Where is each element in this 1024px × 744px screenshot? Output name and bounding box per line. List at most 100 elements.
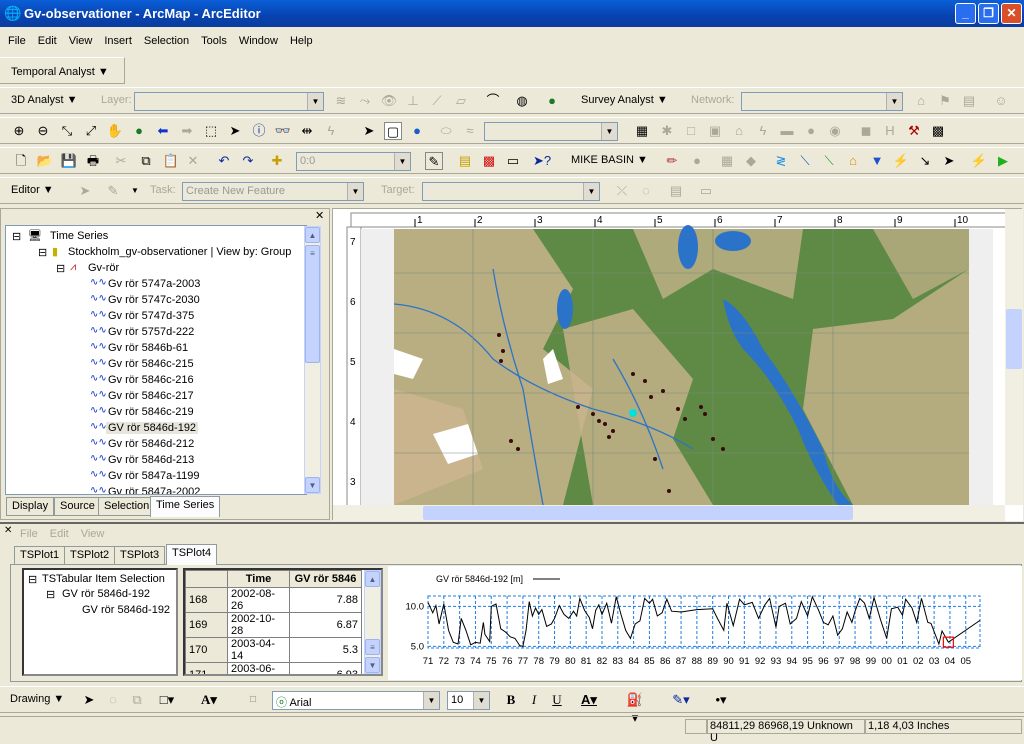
new-document-icon[interactable]: 🗋 <box>12 152 30 170</box>
run-lightning-icon[interactable]: ⚡ <box>970 152 988 170</box>
profile-graph-icon[interactable]: ⌒ <box>484 92 502 110</box>
node-icon[interactable]: ⟍ <box>796 152 814 170</box>
row-index[interactable]: 171 <box>185 662 228 674</box>
time-cell[interactable]: 2002-08-26 <box>227 587 290 613</box>
new-feature-icon[interactable]: ▦ <box>633 122 651 140</box>
redo-icon[interactable]: ↷ <box>239 152 257 170</box>
row-index[interactable]: 170 <box>185 637 228 663</box>
h-icon[interactable]: H <box>881 122 899 140</box>
zoom-in-icon[interactable]: ⊕ <box>10 122 28 140</box>
selection-leaf[interactable]: GV rör 5846d-192 <box>82 604 170 616</box>
zoom-out-icon[interactable]: ⊖ <box>34 122 52 140</box>
table-row[interactable]: 170 2003-04-14 5.3 <box>185 637 362 663</box>
font-size-combo[interactable]: 10 ▼ <box>447 691 490 710</box>
tree-item[interactable]: Gv rör 5846c-216 <box>106 374 196 386</box>
scroll-thumb[interactable]: ≡ <box>365 639 380 655</box>
tree-item[interactable]: Gv rör 5846b-61 <box>106 342 190 354</box>
cut-icon[interactable]: ✂ <box>112 152 130 170</box>
edit-vertices-icon[interactable]: ⌑ <box>244 691 262 709</box>
plot-tab-tsplot3[interactable]: TSPlot3 <box>114 546 166 565</box>
command-line-icon[interactable]: ▭ <box>504 152 522 170</box>
connect-icon[interactable]: ↘ <box>916 152 934 170</box>
back-arrow-icon[interactable]: ⬅ <box>154 122 172 140</box>
line-of-sight-icon[interactable]: 👁 <box>380 92 398 110</box>
pencil-icon[interactable]: ✏ <box>663 152 681 170</box>
value-cell[interactable]: 6.93 <box>289 662 362 674</box>
sketch-properties-icon[interactable]: ▭ <box>697 182 715 200</box>
column-header[interactable] <box>185 570 228 588</box>
close-panel-icon[interactable]: ✕ <box>315 209 324 222</box>
plot-tab-tsplot2[interactable]: TSPlot2 <box>64 546 116 565</box>
grid-icon[interactable]: ▦ <box>718 152 736 170</box>
whats-this-icon[interactable]: ➤? <box>533 152 551 170</box>
line-color-icon[interactable]: ✎▾ <box>672 691 690 709</box>
menu-tools[interactable]: Tools <box>201 35 227 47</box>
toc-tab-selection[interactable]: Selection <box>98 497 156 516</box>
tree-item[interactable]: Gv rör 5846d-212 <box>106 438 196 450</box>
layers-icon[interactable]: ▬ <box>778 122 796 140</box>
tree-item[interactable]: Gv rör 5846c-215 <box>106 358 196 370</box>
dots-icon[interactable]: ◉ <box>826 122 844 140</box>
arcscene-icon[interactable]: ◍ <box>513 92 531 110</box>
reservoir-icon[interactable]: ▼ <box>868 152 886 170</box>
rotate-icon[interactable]: ◌ <box>637 182 655 200</box>
edit-tool-icon[interactable]: ➤ <box>76 182 94 200</box>
find-binoculars-icon[interactable]: 👓 <box>274 122 292 140</box>
raster-icon[interactable]: ▣ <box>706 122 724 140</box>
marker-color-icon[interactable]: •▾ <box>712 691 730 709</box>
close-button[interactable]: ✕ <box>1001 3 1022 24</box>
house-node-icon[interactable]: ⌂ <box>844 152 862 170</box>
map-scale-combo[interactable]: 0:0 ▼ <box>296 152 411 171</box>
menu-insert[interactable]: Insert <box>104 35 132 47</box>
interpolate-polygon-icon[interactable]: ▱ <box>452 92 470 110</box>
hydropower-icon[interactable]: ⚡ <box>892 152 910 170</box>
menu-help[interactable]: Help <box>290 35 313 47</box>
select-elements-icon[interactable]: ➤ <box>80 691 98 709</box>
split-icon[interactable]: ⤫ <box>613 182 631 200</box>
layout-view-icon[interactable]: ▢ <box>384 122 402 140</box>
pan-hand-icon[interactable]: ✋ <box>106 122 124 140</box>
measure-icon[interactable]: ⇹ <box>298 122 316 140</box>
hyperlink-icon[interactable]: ϟ <box>322 122 340 140</box>
rotate-icon[interactable]: ◌ <box>104 691 122 709</box>
zoom-to-elements-icon[interactable]: ⧉ <box>128 691 146 709</box>
menu-window[interactable]: Window <box>239 35 278 47</box>
tree-item[interactable]: Gv rör 5846d-213 <box>106 454 196 466</box>
task-combo[interactable]: Create New Feature ▼ <box>182 182 364 201</box>
table-scrollbar[interactable]: ▲ ≡ ▼ <box>364 570 381 674</box>
forward-arrow-icon[interactable]: ➡ <box>178 122 196 140</box>
tree-expand-icon[interactable]: ⊟ <box>38 246 47 259</box>
tree-item[interactable]: Gv rör 5846c-217 <box>106 390 196 402</box>
network-face-icon[interactable]: ☺ <box>992 92 1010 110</box>
ball-icon[interactable]: ● <box>688 152 706 170</box>
value-cell[interactable]: 7.88 <box>289 587 362 613</box>
scroll-up-icon[interactable]: ▲ <box>305 227 320 243</box>
mike-basin-menu[interactable]: MIKE BASIN ▼ <box>571 154 648 166</box>
toc-tab-source[interactable]: Source <box>54 497 101 516</box>
print-icon[interactable]: 🖶 <box>84 152 102 170</box>
time-cell[interactable]: 2003-04-14 <box>227 637 290 663</box>
scroll-thumb[interactable]: ≡ <box>305 245 320 363</box>
arccatalog-icon[interactable]: ▤ <box>456 152 474 170</box>
table-icon[interactable]: ▩ <box>929 122 947 140</box>
menu-file[interactable]: File <box>8 35 26 47</box>
toc-tab-time-series[interactable]: Time Series <box>150 496 221 517</box>
add-data-icon[interactable]: ✚ <box>268 152 286 170</box>
temporal-analyst-menu[interactable]: Temporal Analyst ▼ <box>11 66 109 78</box>
zigzag-icon[interactable]: ϟ <box>754 122 772 140</box>
interpolate-line-icon[interactable]: ⟋ <box>428 92 446 110</box>
row-index[interactable]: 168 <box>185 587 228 613</box>
window-menu-edit[interactable]: Edit <box>50 528 69 540</box>
table-row[interactable]: 168 2002-08-26 7.88 <box>185 587 362 613</box>
network-combo[interactable]: ▼ <box>741 92 903 111</box>
row-index[interactable]: 169 <box>185 612 228 638</box>
tree-item[interactable]: Gv rör 5847a-1199 <box>106 470 202 482</box>
attributes-icon[interactable]: ▤ <box>667 182 685 200</box>
rectangle-icon[interactable]: □ <box>682 122 700 140</box>
tree-group[interactable]: Gv-rör <box>88 262 119 274</box>
map-canvas[interactable]: 1 2 3 4 5 6 7 8 9 10 7 6 5 4 3 <box>333 209 1023 521</box>
select-pointer-icon[interactable]: ➤ <box>360 122 378 140</box>
globe-icon[interactable]: ● <box>408 122 426 140</box>
paste-icon[interactable]: 📋 <box>162 152 180 170</box>
arrow-icon[interactable]: ➤ <box>940 152 958 170</box>
